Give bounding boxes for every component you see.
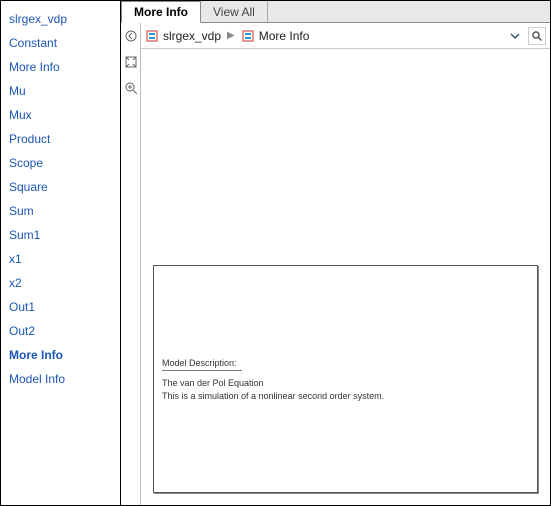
search-button[interactable] xyxy=(528,27,546,45)
subsystem-icon xyxy=(241,29,255,43)
sidebar-item-square[interactable]: Square xyxy=(9,175,112,199)
sidebar-item-x1[interactable]: x1 xyxy=(9,247,112,271)
model-canvas[interactable]: Model Description: The van der Pol Equat… xyxy=(141,49,550,505)
sidebar-item-slrgex_vdp[interactable]: slrgex_vdp xyxy=(9,7,112,31)
model-info-heading: Model Description: xyxy=(162,358,529,368)
sidebar-item-x2[interactable]: x2 xyxy=(9,271,112,295)
fit-to-view-icon[interactable] xyxy=(124,55,138,69)
model-info-line2: This is a simulation of a nonlinear seco… xyxy=(162,390,529,403)
sidebar-item-out1[interactable]: Out1 xyxy=(9,295,112,319)
content-row: slrgex_vdp ▶ More Info xyxy=(121,23,550,505)
back-icon[interactable] xyxy=(124,29,138,43)
sidebar-item-model-info[interactable]: Model Info xyxy=(9,367,112,391)
model-info-block[interactable]: Model Description: The van der Pol Equat… xyxy=(153,265,538,493)
breadcrumb-separator: ▶ xyxy=(225,30,237,41)
breadcrumb-bar: slrgex_vdp ▶ More Info xyxy=(141,23,550,49)
breadcrumb-dropdown[interactable] xyxy=(506,27,524,45)
sidebar-item-scope[interactable]: Scope xyxy=(9,151,112,175)
model-icon xyxy=(145,29,159,43)
sidebar-item-sum1[interactable]: Sum1 xyxy=(9,223,112,247)
sidebar-item-constant[interactable]: Constant xyxy=(9,31,112,55)
breadcrumb-current[interactable]: More Info xyxy=(259,29,310,43)
sidebar-item-mu[interactable]: Mu xyxy=(9,79,112,103)
tab-bar: More Info View All xyxy=(121,1,550,23)
sidebar-item-out2[interactable]: Out2 xyxy=(9,319,112,343)
sidebar-item-more-info-1[interactable]: More Info xyxy=(9,55,112,79)
model-info-line1: The van der Pol Equation xyxy=(162,377,529,390)
tab-more-info[interactable]: More Info xyxy=(121,1,201,23)
sidebar-item-product[interactable]: Product xyxy=(9,127,112,151)
left-toolstrip xyxy=(121,23,141,505)
tab-view-all[interactable]: View All xyxy=(201,1,268,22)
sidebar-item-sum[interactable]: Sum xyxy=(9,199,112,223)
app-window: slrgex_vdp Constant More Info Mu Mux Pro… xyxy=(0,0,551,506)
sidebar: slrgex_vdp Constant More Info Mu Mux Pro… xyxy=(1,1,121,505)
zoom-in-icon[interactable] xyxy=(124,81,138,95)
main-area: More Info View All s xyxy=(121,1,550,505)
canvas-area: slrgex_vdp ▶ More Info xyxy=(141,23,550,505)
model-info-divider xyxy=(162,370,242,371)
breadcrumb-root[interactable]: slrgex_vdp xyxy=(163,29,221,43)
sidebar-item-mux[interactable]: Mux xyxy=(9,103,112,127)
sidebar-item-more-info-2[interactable]: More Info xyxy=(9,343,112,367)
